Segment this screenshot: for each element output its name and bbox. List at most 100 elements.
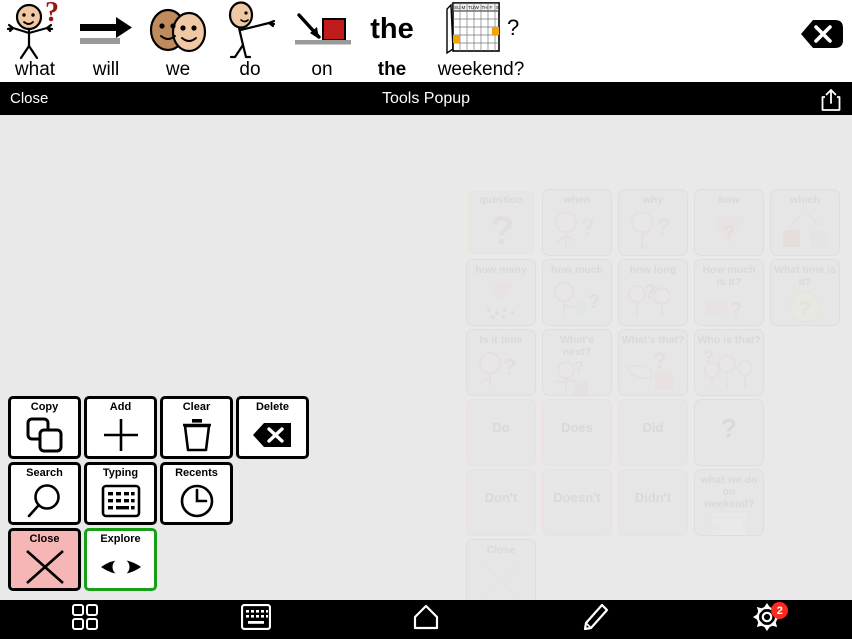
recents-button[interactable]: Recents [160, 462, 233, 525]
tool-label: Explore [100, 533, 141, 545]
clear-sentence-icon[interactable] [799, 15, 844, 53]
tool-label: Typing [102, 467, 139, 479]
sentence-word-on[interactable]: on [286, 0, 358, 82]
close-button[interactable]: Close [8, 528, 81, 591]
grid-cell-how-much: how much ? [542, 259, 612, 326]
grid-cell-does: Does [542, 399, 612, 466]
grid-cell-label: what we do on weekend? [700, 474, 758, 510]
backspace-icon [239, 414, 306, 456]
plus-icon [87, 414, 154, 456]
sentence-word-will[interactable]: will [70, 0, 142, 82]
three-people-icon: ? [695, 346, 763, 395]
grid-cell-label: question [479, 194, 523, 206]
tools-row: Copy Add Clear Delete [8, 396, 312, 462]
person-watch-question-icon: ? [543, 206, 611, 255]
sentence-word-we[interactable]: we [142, 0, 214, 82]
grid-cell-label: Doesn't [553, 490, 601, 505]
arrow-right-icon [70, 0, 142, 59]
grid-cell-label: Who is that? [697, 334, 761, 346]
pencil-icon [583, 603, 609, 636]
grid-cell-label: What's next? [560, 334, 594, 358]
calendar-icon [695, 510, 763, 535]
eye-icon [87, 546, 154, 588]
tools-popup-header: Close Tools Popup [0, 82, 852, 115]
word-the-text: the [370, 13, 414, 45]
two-faces-icon [142, 0, 214, 59]
grid-cell-label: why [642, 194, 664, 206]
sentence-word-do[interactable]: do [214, 0, 286, 82]
sentence-word-label: on [311, 59, 333, 80]
grid-cell-how-long: how long ? [618, 259, 688, 326]
typing-button[interactable]: Typing [84, 462, 157, 525]
grid-cell-close: Close [466, 539, 536, 606]
delete-button[interactable]: Delete [236, 396, 309, 459]
svg-text:?: ? [45, 1, 59, 28]
grid-cell-label: how many [475, 264, 527, 276]
two-people-question-icon: ? [619, 276, 687, 325]
add-button[interactable]: Add [84, 396, 157, 459]
popup-close-button[interactable]: Close [10, 90, 48, 107]
sentence-bar[interactable]: ? what will we do on the the SU M TU W T… [0, 0, 852, 83]
copy-button[interactable]: Copy [8, 396, 81, 459]
svg-text:?: ? [503, 354, 516, 379]
grid-cell-is-it-time: Is it time ? [466, 329, 536, 396]
grid-cell-doesnt: Doesn't [542, 469, 612, 536]
grid-cell-why: why ? [618, 189, 688, 256]
svg-text:?: ? [656, 214, 671, 241]
grid-cell-what-we-do-on-weekend: what we do on weekend? [694, 469, 764, 536]
popup-title: Tools Popup [381, 89, 471, 107]
tool-label: Recents [175, 467, 218, 479]
sentence-word-label: what [14, 59, 56, 80]
grid-cell-how: how ? [694, 189, 764, 256]
grid-cell-label: How much is it? [702, 264, 756, 288]
share-icon[interactable] [820, 88, 842, 111]
sentence-word-weekend[interactable]: SU M TU W TH F S ? weekend? [426, 0, 536, 82]
grid-cell-question: question ? [466, 189, 536, 256]
person-gifts-icon: ? [543, 358, 611, 395]
grid-cell-whats-next: What's next? ? [542, 329, 612, 396]
edit-tab[interactable] [511, 600, 681, 639]
clock-icon [163, 480, 230, 522]
svg-text:?: ? [588, 291, 600, 313]
svg-text:F: F [490, 5, 493, 10]
explore-button[interactable]: Explore [84, 528, 157, 591]
grid-cell-do: Do [466, 399, 536, 466]
question-mark-icon: ? [467, 206, 535, 255]
bottom-tab-bar: 2 [0, 600, 852, 639]
tool-label: Clear [182, 401, 211, 413]
svg-text:M: M [462, 5, 466, 10]
grid-cell-label: how [718, 194, 740, 206]
grid-cell-when: when ? [542, 189, 612, 256]
triangle-question-icon: ? [695, 206, 763, 255]
grid-cell-label: which [790, 194, 820, 206]
svg-text:?: ? [653, 350, 666, 373]
calendar-icon: SU M TU W TH F S ? [426, 0, 536, 59]
sentence-word-label: will [92, 59, 120, 80]
svg-text:W: W [475, 5, 480, 10]
copy-icon [11, 414, 78, 456]
grid-cell-label: when [563, 194, 591, 206]
grid-cell-didnt: Didn't [618, 469, 688, 536]
settings-badge: 2 [771, 602, 789, 619]
svg-text:?: ? [490, 210, 514, 252]
sentence-word-the[interactable]: the the [358, 0, 426, 82]
sentence-word-what[interactable]: ? what [0, 0, 70, 82]
sentence-word-label: do [239, 59, 261, 80]
arrow-onto-block-icon [286, 0, 358, 59]
clear-button[interactable]: Clear [160, 396, 233, 459]
triangle-dots-icon [467, 276, 535, 325]
tool-label: Close [29, 533, 60, 545]
x-icon [11, 546, 78, 588]
grid-cell-label: What's that? [621, 334, 685, 346]
grid-cell-did: Did [618, 399, 688, 466]
home-tab[interactable] [341, 600, 511, 639]
svg-text:?: ? [507, 15, 519, 40]
keyboard-tab[interactable] [170, 600, 340, 639]
settings-tab[interactable]: 2 [682, 600, 852, 639]
tool-label: Add [109, 401, 132, 413]
keyboard-icon [240, 603, 271, 635]
grid-cell-how-many: how many [466, 259, 536, 326]
boards-tab[interactable] [0, 600, 170, 639]
magnifier-icon [11, 480, 78, 522]
search-button[interactable]: Search [8, 462, 81, 525]
